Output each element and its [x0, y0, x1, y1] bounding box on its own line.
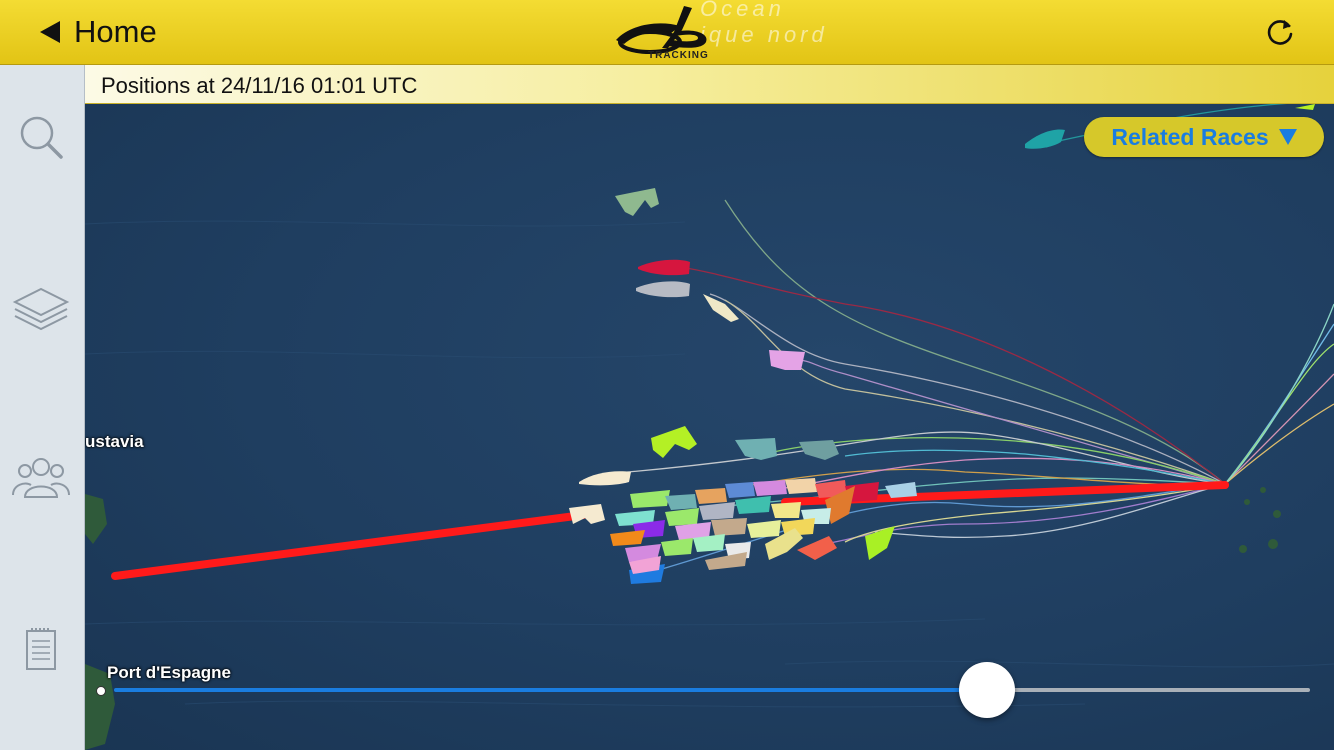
boat-marker[interactable] [711, 518, 747, 536]
track-line [724, 299, 1226, 485]
boat-marker[interactable] [615, 188, 659, 216]
back-button[interactable]: Home [40, 12, 157, 52]
slider-track-remaining[interactable] [987, 688, 1310, 692]
boat-marker[interactable] [695, 488, 727, 504]
boat-marker[interactable] [651, 426, 697, 458]
boat-marker[interactable] [747, 520, 781, 538]
boat-marker[interactable] [665, 494, 697, 510]
track-line [1224, 373, 1334, 485]
sidebar-item-search[interactable] [8, 107, 74, 167]
track-line [724, 199, 1226, 485]
boat-marker[interactable] [636, 281, 690, 298]
logo-text: TRACKING [648, 50, 709, 61]
boat-marker[interactable] [579, 471, 631, 486]
people-icon [12, 458, 70, 498]
slider-start-dot [96, 686, 106, 696]
place-label-ustavia: ustavia [85, 432, 144, 451]
boat-marker[interactable] [799, 440, 839, 460]
boat-marker[interactable] [699, 502, 735, 520]
caret-down-icon [1278, 129, 1297, 145]
back-arrow-icon [40, 21, 60, 43]
refresh-icon[interactable] [1262, 14, 1298, 50]
boat-marker[interactable] [785, 478, 817, 494]
track-line [1224, 403, 1334, 485]
boat-marker[interactable] [569, 504, 605, 524]
sidebar-item-layers[interactable] [8, 280, 74, 340]
route-segment-west [111, 511, 587, 580]
sidebar-item-boats[interactable] [8, 448, 74, 508]
related-races-label: Related Races [1111, 123, 1269, 150]
boat-marker[interactable] [661, 538, 693, 556]
sidebar [0, 65, 85, 750]
timeline-slider[interactable] [96, 660, 1320, 720]
boat-marker[interactable] [630, 490, 670, 508]
search-icon [20, 116, 63, 159]
boat-marker[interactable] [735, 496, 771, 514]
boat-marker[interactable] [638, 259, 690, 276]
top-bar: Home Ocean ique nord TRACKING [0, 0, 1334, 65]
slider-track-elapsed[interactable] [114, 688, 988, 692]
back-label: Home [74, 14, 157, 49]
sidebar-item-notes[interactable] [8, 620, 74, 680]
boat-marker[interactable] [610, 530, 645, 546]
boat-marker[interactable] [865, 526, 895, 560]
track-line [744, 468, 1226, 487]
positions-timestamp-bar: Positions at 24/11/16 01:01 UTC [85, 65, 1334, 104]
map-canvas[interactable] [85, 104, 1334, 750]
related-races-button[interactable]: Related Races [1084, 117, 1324, 157]
boat-marker[interactable] [705, 552, 747, 570]
notepad-icon [26, 628, 56, 670]
boat-markers[interactable] [569, 104, 1315, 584]
slider-knob[interactable] [959, 662, 1016, 718]
positions-timestamp: Positions at 24/11/16 01:01 UTC [101, 73, 418, 98]
boat-marker[interactable] [1025, 129, 1065, 149]
layers-icon [12, 287, 70, 331]
boat-tracks [604, 104, 1334, 575]
boat-marker[interactable] [771, 502, 801, 518]
boat-marker[interactable] [769, 350, 805, 370]
boat-marker[interactable] [735, 438, 777, 460]
track-line [709, 293, 1226, 485]
track-line [1224, 303, 1334, 485]
start-marker [1221, 481, 1229, 489]
track-line [1224, 323, 1334, 485]
boat-marker[interactable] [797, 536, 837, 560]
boat-marker[interactable] [665, 508, 699, 526]
race-map[interactable]: ustavia Port d'Espagne [85, 104, 1334, 750]
boat-marker[interactable] [753, 480, 787, 496]
boat-marker[interactable] [1295, 104, 1315, 110]
boat-marker[interactable] [725, 482, 755, 498]
